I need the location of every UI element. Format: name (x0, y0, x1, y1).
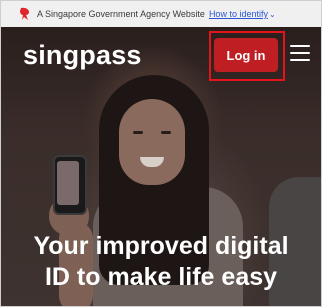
chevron-down-icon[interactable]: ⌄ (269, 10, 276, 19)
hero-photo-person-face (119, 99, 185, 185)
government-banner: A Singapore Government Agency Website Ho… (1, 1, 321, 27)
hero-photo-eye (161, 131, 171, 134)
hero-photo-phone-screen (57, 161, 79, 205)
login-button[interactable]: Log in (214, 38, 278, 72)
how-to-identify-link[interactable]: How to identify (209, 9, 268, 19)
hero-photo-eye (133, 131, 143, 134)
hero-headline: Your improved digital ID to make life ea… (1, 231, 321, 293)
hamburger-menu-icon[interactable] (290, 45, 310, 61)
hero-headline-line-1: Your improved digital (33, 232, 289, 260)
government-banner-text: A Singapore Government Agency Website (37, 9, 205, 19)
hero-headline-line-2: ID to make life easy (44, 263, 278, 291)
singapore-lion-icon (20, 7, 29, 21)
singpass-page: A Singapore Government Agency Website Ho… (0, 0, 322, 307)
singpass-logo[interactable]: singpass (23, 40, 142, 71)
